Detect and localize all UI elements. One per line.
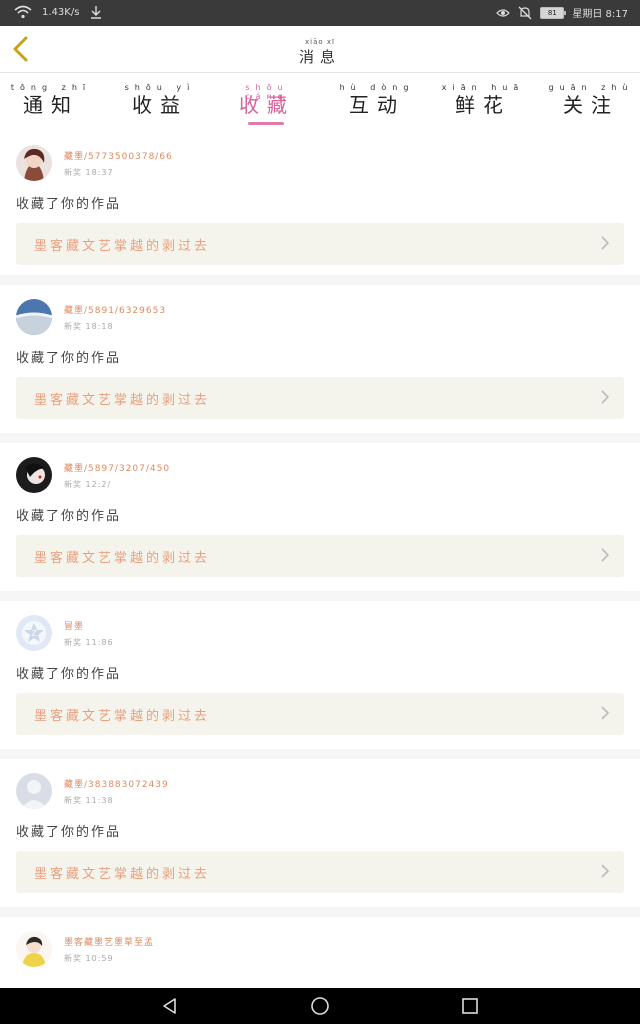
work-link[interactable]: 墨客藏文艺掌越的剥过去 [16, 535, 624, 577]
work-title: 墨客藏文艺掌越的剥过去 [34, 551, 211, 566]
tab-interactions[interactable]: hù dòng 互动 [332, 83, 422, 117]
network-speed: 1.43K/s [42, 6, 80, 18]
tab-label: 收藏 [239, 93, 295, 117]
page-title-pinyin: xiāo xī [305, 38, 335, 46]
work-title: 墨客藏文艺掌越的剥过去 [34, 867, 211, 882]
username[interactable]: 藏墨/5891/6329653 [64, 303, 166, 316]
chevron-right-icon [601, 390, 610, 404]
item-meta: 新奖 10:59 [64, 954, 114, 963]
mute-bell-icon [518, 6, 532, 19]
battery-level: 81 [547, 8, 557, 17]
active-tab-indicator [248, 122, 284, 125]
work-link[interactable]: 墨客藏文艺掌越的剥过去 [16, 851, 624, 893]
list-item: 藏墨/5897/3207/450 新奖 12:2/ 收藏了你的作品 墨客藏文艺掌… [0, 443, 640, 591]
nav-home-icon[interactable] [310, 996, 330, 1016]
list-item: 藏墨/383883072439 新奖 11:38 收藏了你的作品 墨客藏文艺掌越… [0, 759, 640, 907]
tab-label: 关注 [563, 93, 619, 117]
avatar[interactable] [16, 931, 52, 967]
tab-following[interactable]: guān zhù 关注 [546, 83, 636, 117]
avatar[interactable] [16, 457, 52, 493]
svg-text:Z: Z [31, 629, 37, 638]
username[interactable]: 墨客藏墨艺墨草至孟 [64, 935, 154, 948]
tab-label: 收益 [132, 93, 188, 117]
list-item: 藏墨/5773500378/66 新奖 18:37 收藏了你的作品 墨客藏文艺掌… [0, 131, 640, 275]
item-meta: 新奖 11:38 [64, 796, 114, 805]
work-title: 墨客藏文艺掌越的剥过去 [34, 709, 211, 724]
tab-notifications[interactable]: tōng zhī 通知 [6, 83, 96, 117]
download-icon [91, 6, 102, 19]
message-list: 藏墨/5773500378/66 新奖 18:37 收藏了你的作品 墨客藏文艺掌… [0, 131, 640, 988]
battery-icon: 81 [540, 6, 567, 19]
app-header: xiāo xī 消息 [0, 26, 640, 73]
eye-comfort-icon [496, 8, 511, 17]
action-text: 收藏了你的作品 [16, 197, 122, 212]
work-link[interactable]: 墨客藏文艺掌越的剥过去 [16, 377, 624, 419]
username[interactable]: 藏墨/383883072439 [64, 777, 169, 790]
tab-favorites[interactable]: shōu cáng 收藏 [222, 83, 312, 117]
tab-label: 互动 [349, 93, 405, 117]
tab-label: 通知 [23, 93, 79, 117]
avatar[interactable] [16, 299, 52, 335]
nav-back-icon[interactable] [160, 996, 180, 1016]
item-meta: 新奖 18:18 [64, 322, 114, 331]
tab-earnings[interactable]: shōu yì 收益 [115, 83, 205, 117]
username[interactable]: 冒墨 [64, 619, 84, 632]
action-text: 收藏了你的作品 [16, 351, 122, 366]
username[interactable]: 藏墨/5773500378/66 [64, 149, 173, 162]
nav-recents-icon[interactable] [460, 996, 480, 1016]
status-bar: 1.43K/s 81 星期日 8:17 [0, 0, 640, 26]
avatar[interactable] [16, 145, 52, 181]
chevron-right-icon [601, 548, 610, 562]
action-text: 收藏了你的作品 [16, 509, 122, 524]
tab-pinyin: tōng zhī [10, 83, 92, 92]
tab-pinyin: shōu cáng [245, 83, 289, 101]
work-link[interactable]: 墨客藏文艺掌越的剥过去 [16, 223, 624, 265]
tab-flowers[interactable]: xiān huā 鲜花 [438, 83, 528, 117]
item-meta: 新奖 12:2/ [64, 480, 112, 489]
list-item: Z 冒墨 新奖 11:86 收藏了你的作品 墨客藏文艺掌越的剥过去 [0, 601, 640, 749]
tab-pinyin: guān zhù [548, 83, 634, 92]
list-item: 墨客藏墨艺墨草至孟 新奖 10:59 [0, 917, 640, 988]
action-text: 收藏了你的作品 [16, 825, 122, 840]
list-item: 藏墨/5891/6329653 新奖 18:18 收藏了你的作品 墨客藏文艺掌越… [0, 285, 640, 433]
page-title: 消息 [298, 48, 341, 66]
work-title: 墨客藏文艺掌越的剥过去 [34, 239, 211, 254]
item-meta: 新奖 11:86 [64, 638, 114, 647]
action-text: 收藏了你的作品 [16, 667, 122, 682]
username[interactable]: 藏墨/5897/3207/450 [64, 461, 170, 474]
work-link[interactable]: 墨客藏文艺掌越的剥过去 [16, 693, 624, 735]
tab-pinyin: xiān huā [441, 83, 525, 92]
tab-pinyin: hù dòng [339, 83, 415, 92]
work-title: 墨客藏文艺掌越的剥过去 [34, 393, 211, 408]
clock: 星期日 8:17 [572, 9, 628, 20]
chevron-right-icon [601, 864, 610, 878]
system-nav-bar [0, 988, 640, 1024]
item-meta: 新奖 18:37 [64, 168, 114, 177]
page-title-block: xiāo xī 消息 [0, 38, 640, 67]
avatar[interactable] [16, 773, 52, 809]
tab-bar: tōng zhī 通知 shōu yì 收益 shōu cáng 收藏 hù d… [0, 73, 640, 131]
tab-label: 鲜花 [455, 93, 511, 117]
chevron-right-icon [601, 706, 610, 720]
chevron-right-icon [601, 236, 610, 250]
wifi-icon [14, 5, 32, 19]
avatar[interactable]: Z [16, 615, 52, 651]
tab-pinyin: shōu yì [124, 83, 196, 92]
